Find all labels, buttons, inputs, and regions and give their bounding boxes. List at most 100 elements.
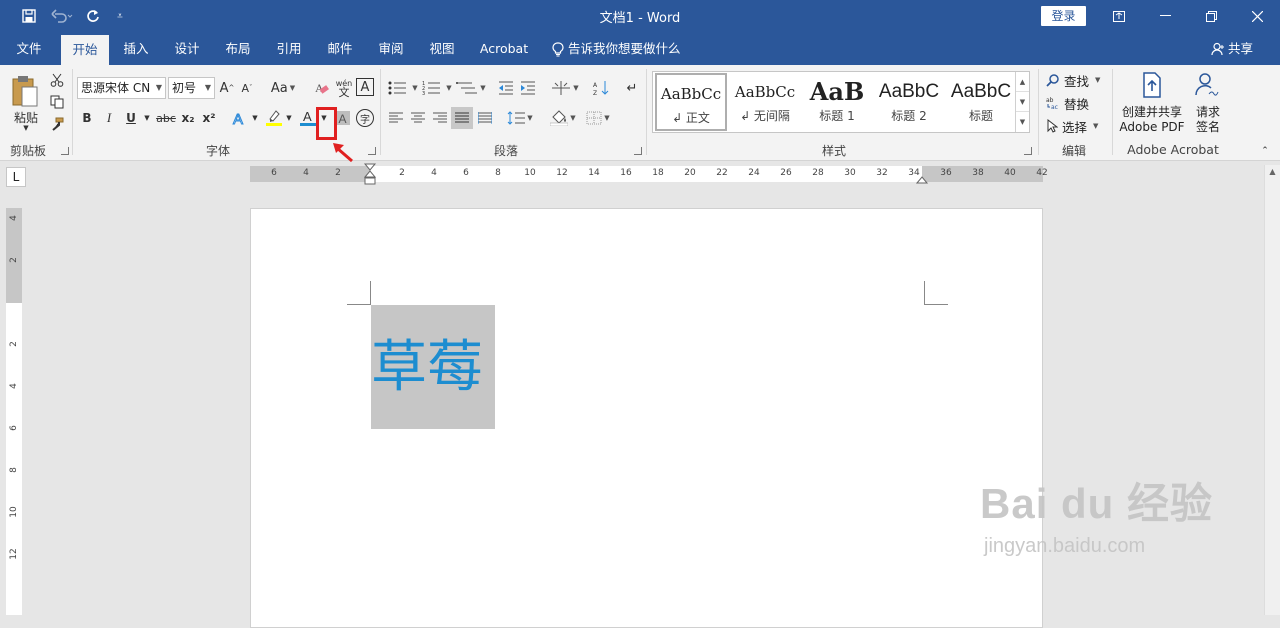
superscript-button[interactable]: x² [200, 107, 218, 129]
font-launcher-icon[interactable] [368, 147, 376, 155]
highlighter-icon[interactable] [264, 107, 284, 129]
ribbon-display-options-icon[interactable] [1096, 4, 1142, 28]
align-center-icon[interactable] [408, 107, 428, 129]
ruler-tick-label: 16 [620, 168, 632, 178]
tab-home[interactable]: 开始 [61, 35, 109, 65]
restore-icon[interactable] [1188, 4, 1234, 28]
paragraph-launcher-icon[interactable] [634, 147, 642, 155]
vertical-ruler[interactable]: 4 2 2 4 6 8 10 12 [6, 208, 22, 615]
numbering-icon[interactable]: 1 2 3 ▼ [420, 77, 454, 99]
show-formatting-marks-icon[interactable]: ↵ [622, 77, 642, 99]
ruler-tick-label: 8 [495, 168, 501, 178]
distributed-icon[interactable] [475, 107, 495, 129]
subscript-button[interactable]: x₂ [179, 107, 197, 129]
grow-font-glyph: A [219, 80, 229, 96]
justify-icon[interactable] [451, 107, 473, 129]
bullets-icon[interactable]: ▼ [386, 77, 420, 99]
tab-design[interactable]: 设计 [165, 33, 209, 65]
line-spacing-icon[interactable]: ▼ [505, 107, 535, 129]
paste-icon[interactable] [8, 71, 42, 111]
align-left-icon[interactable] [386, 107, 406, 129]
pdf-share-icon [1143, 72, 1161, 98]
align-right-icon[interactable] [430, 107, 450, 129]
horizontal-ruler[interactable]: 6 4 2 2 4 6 8 10 12 14 16 18 20 22 24 26 28 30 32 34 36 38 40 4… [250, 163, 1048, 185]
tab-layout[interactable]: 布局 [216, 33, 260, 65]
text-effects-icon[interactable]: A [229, 107, 249, 129]
underline-dropdown-icon[interactable]: ▼ [142, 107, 152, 129]
character-border-icon[interactable]: A [356, 78, 374, 96]
copy-icon[interactable] [48, 93, 66, 111]
tab-view[interactable]: 视图 [420, 33, 464, 65]
find-button[interactable]: 查找 ▼ [1046, 70, 1100, 90]
right-indent-marker-icon[interactable] [916, 174, 928, 184]
style-item-no-spacing[interactable]: AaBbCc ↲ 无间隔 [729, 73, 801, 131]
tab-insert[interactable]: 插入 [114, 33, 158, 65]
grow-font-icon[interactable]: A ^ [219, 77, 235, 99]
styles-scrollbar[interactable]: ▲ ▼ ▼ [1015, 72, 1029, 132]
document-page[interactable]: 草莓 [250, 208, 1043, 628]
paste-dropdown-icon[interactable]: ▼ [20, 124, 32, 132]
format-painter-icon[interactable] [48, 115, 66, 133]
login-button[interactable]: 登录 [1041, 6, 1086, 26]
ruler-tick-label: 2 [335, 168, 341, 178]
scroll-up-icon[interactable]: ▲ [1016, 72, 1029, 92]
share-button[interactable]: 共享 [1211, 33, 1253, 65]
ruler-tick-label: 26 [780, 168, 792, 178]
paste-label[interactable]: 粘贴 [10, 109, 42, 125]
shrink-font-icon[interactable]: Aˇ [239, 77, 255, 99]
style-item-heading-2[interactable]: AaBbC 标题 2 [873, 73, 945, 131]
collapse-ribbon-icon[interactable]: ⌃ [1258, 145, 1272, 157]
tab-acrobat[interactable]: Acrobat [474, 33, 534, 65]
clear-formatting-icon[interactable]: A [312, 77, 332, 99]
create-pdf-button[interactable]: 创建并共享 Adobe PDF [1118, 71, 1186, 135]
styles-gallery[interactable]: AaBbCc ↲ 正文 AaBbCc ↲ 无间隔 AaB 标题 1 AaBbC … [652, 71, 1030, 133]
request-signature-button[interactable]: 请求签名 [1190, 71, 1226, 135]
tab-review[interactable]: 审阅 [369, 33, 413, 65]
tell-me-box[interactable]: 告诉我你想要做什么 [552, 33, 681, 65]
font-name-dropdown[interactable]: 思源宋体 CN ▼ [77, 77, 166, 99]
styles-launcher-icon[interactable] [1024, 147, 1032, 155]
tab-file[interactable]: 文件 [6, 33, 52, 65]
chinese-layout-icon[interactable]: ▼ [548, 77, 582, 99]
replace-button[interactable]: ab ac 替换 [1046, 93, 1089, 113]
style-item-normal[interactable]: AaBbCc ↲ 正文 [655, 73, 727, 131]
change-case-button[interactable]: Aa ▼ [268, 77, 298, 99]
tab-references[interactable]: 引用 [267, 33, 311, 65]
minimize-icon[interactable] [1142, 4, 1188, 28]
italic-button[interactable]: I [101, 107, 117, 129]
scroll-down-icon[interactable]: ▼ [1016, 92, 1029, 112]
strikethrough-button[interactable]: abc [155, 107, 177, 129]
underline-button[interactable]: U [123, 107, 139, 129]
enclose-characters-icon[interactable]: 字 [356, 109, 374, 127]
style-item-title[interactable]: AaBbC 标题 [945, 73, 1017, 131]
close-icon[interactable] [1234, 4, 1280, 28]
increase-indent-icon[interactable] [518, 77, 538, 99]
tab-mailings[interactable]: 邮件 [318, 33, 362, 65]
ruler-tick-label: 6 [9, 425, 19, 431]
expand-gallery-icon[interactable]: ▼ [1016, 112, 1029, 132]
document-text[interactable]: 草莓 [371, 333, 483, 403]
scroll-up-icon[interactable]: ▲ [1265, 167, 1280, 176]
text-effects-dropdown-icon[interactable]: ▼ [250, 107, 260, 129]
indent-marker-icon[interactable] [363, 163, 377, 189]
cursor-icon [1047, 119, 1058, 133]
tab-selector[interactable]: L [6, 167, 26, 187]
highlighter-dropdown-icon[interactable]: ▼ [284, 107, 294, 129]
decrease-indent-icon[interactable] [496, 77, 516, 99]
select-button[interactable]: 选择 ▼ [1046, 116, 1098, 136]
borders-icon[interactable]: ▼ [582, 107, 614, 129]
multilevel-list-icon[interactable]: ▼ [454, 77, 488, 99]
clipboard-launcher-icon[interactable] [61, 147, 69, 155]
ruler-tick-label: 6 [271, 168, 277, 178]
bold-button[interactable]: B [79, 107, 95, 129]
ruler-tick-label: 28 [812, 168, 824, 178]
shading-icon[interactable]: ▼ [548, 107, 578, 129]
cut-icon[interactable] [48, 71, 66, 89]
font-color-icon[interactable]: A [298, 107, 318, 129]
style-item-heading-1[interactable]: AaB 标题 1 [801, 73, 873, 131]
annotation-arrow-icon [333, 143, 353, 163]
sort-icon[interactable]: AZ [590, 77, 614, 99]
vertical-scrollbar[interactable]: ▲ [1264, 165, 1280, 615]
phonetic-guide-icon[interactable]: wén 文 [334, 77, 354, 99]
font-size-dropdown[interactable]: 初号 ▼ [168, 77, 215, 99]
